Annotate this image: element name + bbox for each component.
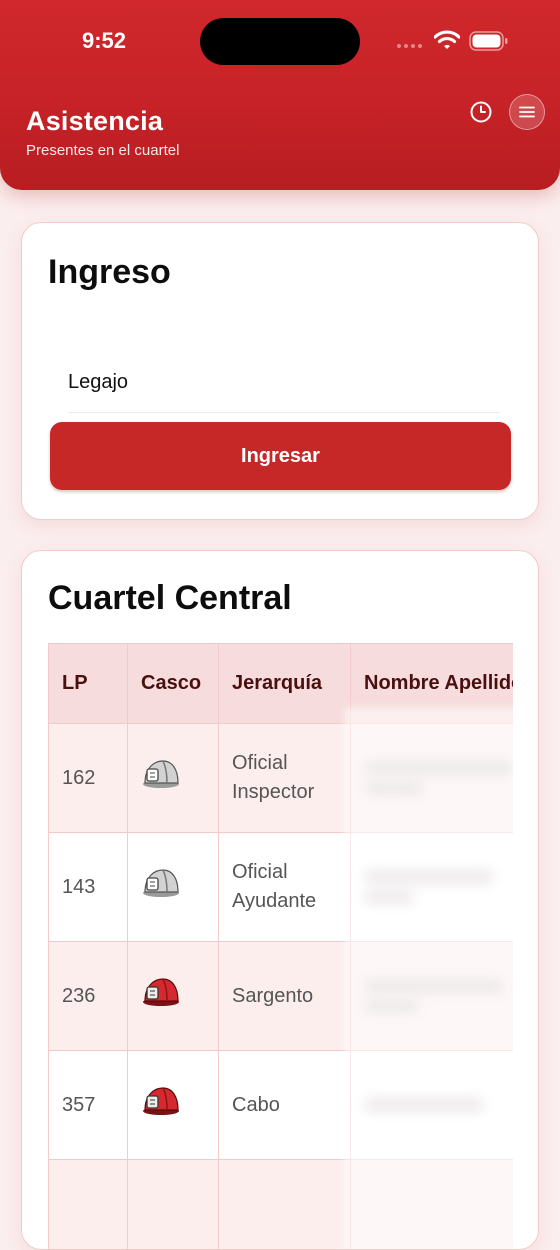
lp-cell: 236 xyxy=(49,942,128,1051)
column-header-casco[interactable]: Casco xyxy=(128,644,219,724)
casco-cell xyxy=(128,724,219,833)
signal-icon xyxy=(397,44,422,48)
clock-icon xyxy=(469,100,493,124)
casco-cell xyxy=(128,1051,219,1160)
column-header-lp[interactable]: LP xyxy=(49,644,128,724)
ingreso-card: Ingreso Ingresar xyxy=(21,222,539,520)
jerarquia-cell: Sargento xyxy=(219,942,351,1051)
wifi-icon xyxy=(434,30,460,50)
battery-icon xyxy=(469,31,509,51)
legajo-input[interactable] xyxy=(68,353,500,413)
app-header: 9:52 Asistencia Presentes en el cuartel xyxy=(0,0,560,190)
dynamic-island xyxy=(200,18,360,65)
cuartel-title: Cuartel Central xyxy=(48,579,292,618)
lp-cell: 162 xyxy=(49,724,128,833)
casco-cell xyxy=(128,942,219,1051)
jerarquia-cell: Cabo xyxy=(219,1051,351,1160)
lp-cell: 357 xyxy=(49,1051,128,1160)
jerarquia-cell xyxy=(219,1160,351,1250)
ingreso-title: Ingreso xyxy=(48,253,171,292)
menu-button[interactable] xyxy=(509,94,545,130)
cuartel-card: Cuartel Central LP Casco Jerarquía Nombr… xyxy=(21,550,539,1250)
red-helmet-icon xyxy=(141,975,181,1009)
column-header-jerarquia[interactable]: Jerarquía xyxy=(219,644,351,724)
jerarquia-cell: Oficial Inspector xyxy=(219,724,351,833)
redaction-overlay xyxy=(344,707,524,1250)
ingresar-button[interactable]: Ingresar xyxy=(50,422,511,490)
page-title: Asistencia xyxy=(26,106,163,137)
casco-cell xyxy=(128,1160,219,1250)
casco-cell xyxy=(128,833,219,942)
red-helmet-icon xyxy=(141,1084,181,1118)
history-button[interactable] xyxy=(466,97,496,127)
silver-helmet-icon xyxy=(141,866,181,900)
status-time: 9:52 xyxy=(82,28,126,54)
hamburger-icon xyxy=(519,106,535,118)
lp-cell: 143 xyxy=(49,833,128,942)
lp-cell xyxy=(49,1160,128,1250)
silver-helmet-icon xyxy=(141,757,181,791)
page-subtitle: Presentes en el cuartel xyxy=(26,142,179,159)
jerarquia-cell: Oficial Ayudante xyxy=(219,833,351,942)
